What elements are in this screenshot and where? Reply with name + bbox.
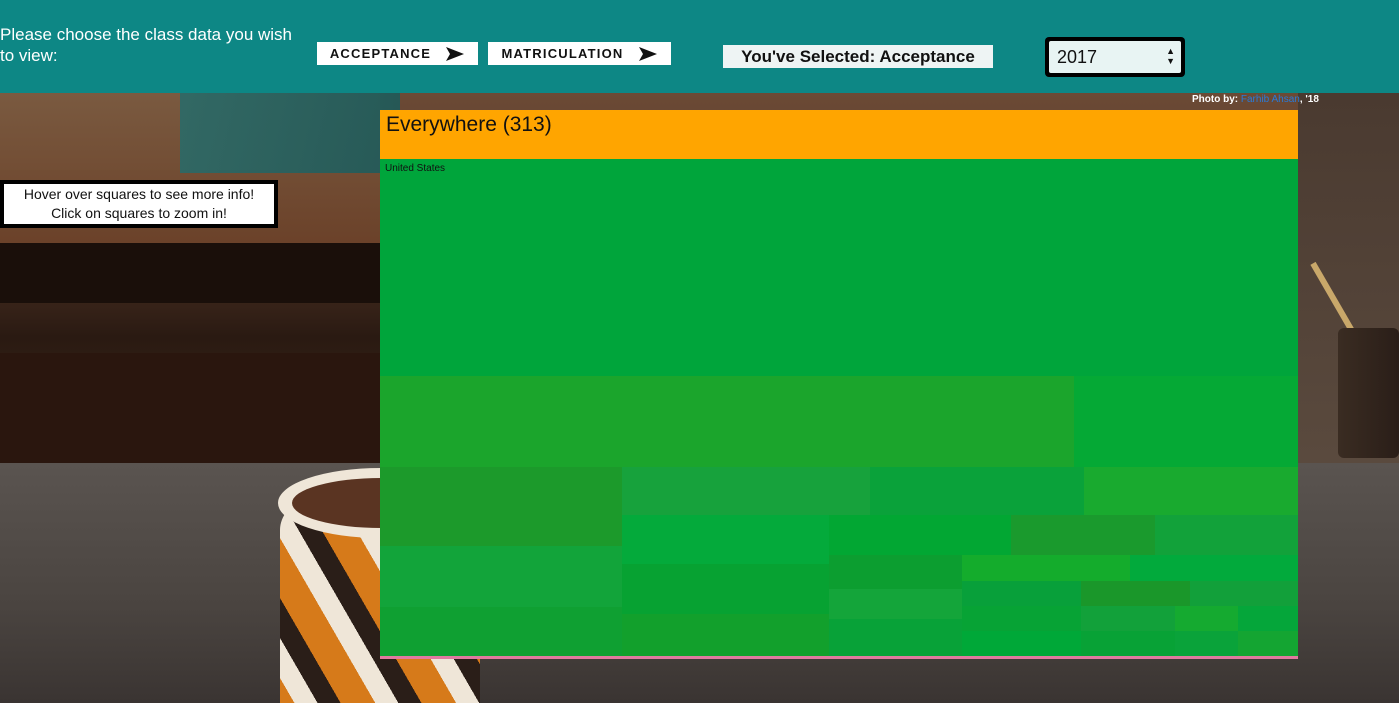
instructions-box: Hover over squares to see more info! Cli… bbox=[0, 180, 278, 228]
treemap-cell[interactable] bbox=[622, 467, 870, 515]
choose-data-prompt: Please choose the class data you wish to… bbox=[0, 25, 293, 65]
treemap-cell[interactable] bbox=[1081, 631, 1175, 656]
treemap-cell[interactable] bbox=[962, 581, 1081, 606]
arrow-right-icon bbox=[446, 46, 465, 61]
treemap-cell-united-states[interactable]: United States bbox=[380, 159, 1298, 376]
treemap-cell[interactable] bbox=[1175, 631, 1238, 656]
photo-credit: Photo by: Farhib Ahsan, '18 bbox=[1192, 94, 1319, 105]
header-bar: Please choose the class data you wish to… bbox=[0, 0, 1399, 93]
acceptance-button[interactable]: ACCEPTANCE bbox=[317, 42, 478, 65]
zoom-hint: Click on squares to zoom in! bbox=[51, 205, 227, 221]
treemap-cell[interactable] bbox=[380, 467, 622, 546]
arrow-right-icon bbox=[638, 46, 657, 61]
treemap-cell[interactable] bbox=[962, 631, 1081, 656]
select-arrows-icon: ▲ ▼ bbox=[1166, 46, 1175, 66]
matriculation-button[interactable]: MATRICULATION bbox=[488, 42, 671, 65]
treemap-cell[interactable] bbox=[1074, 376, 1298, 467]
treemap-cell[interactable] bbox=[829, 589, 962, 619]
treemap-cell[interactable] bbox=[962, 606, 1081, 631]
photo-credit-prefix: Photo by: bbox=[1192, 94, 1241, 105]
photo-credit-suffix: , '18 bbox=[1299, 94, 1319, 105]
treemap-cell[interactable] bbox=[1175, 606, 1238, 631]
treemap-cell[interactable] bbox=[622, 614, 829, 656]
treemap-cell[interactable] bbox=[380, 607, 622, 656]
treemap-cell[interactable] bbox=[1011, 515, 1155, 555]
acceptance-button-label: ACCEPTANCE bbox=[329, 46, 432, 61]
photographer-link[interactable]: Farhib Ahsan bbox=[1241, 94, 1300, 105]
matriculation-button-label: MATRICULATION bbox=[501, 46, 624, 61]
treemap-title[interactable]: Everywhere (313) bbox=[380, 110, 1298, 159]
treemap-cell[interactable] bbox=[1081, 581, 1190, 606]
treemap-cell[interactable] bbox=[1084, 467, 1298, 515]
treemap[interactable]: Everywhere (313) United States bbox=[380, 110, 1298, 659]
treemap-cell[interactable] bbox=[829, 619, 962, 656]
treemap-bottom-border bbox=[380, 656, 1298, 659]
treemap-cell[interactable] bbox=[1238, 606, 1298, 631]
treemap-cell[interactable] bbox=[829, 555, 962, 589]
hover-hint: Hover over squares to see more info! bbox=[23, 186, 255, 202]
treemap-cell[interactable] bbox=[622, 515, 829, 564]
treemap-cell[interactable] bbox=[380, 376, 1074, 467]
treemap-cell[interactable] bbox=[962, 555, 1130, 581]
treemap-cell[interactable] bbox=[1130, 555, 1298, 581]
treemap-cell[interactable] bbox=[380, 546, 622, 607]
treemap-cell[interactable] bbox=[1081, 606, 1175, 631]
treemap-cell[interactable] bbox=[1155, 515, 1298, 555]
treemap-cell-label: United States bbox=[385, 163, 446, 174]
selected-category-label: You've Selected: Acceptance bbox=[723, 45, 993, 68]
treemap-cell[interactable] bbox=[829, 515, 1011, 555]
year-select-value: 2017 bbox=[1057, 46, 1098, 67]
treemap-cell[interactable] bbox=[870, 467, 1084, 515]
year-select[interactable]: 2017 ▲ ▼ bbox=[1045, 37, 1185, 77]
treemap-cell[interactable] bbox=[1238, 631, 1298, 656]
treemap-cell[interactable] bbox=[622, 564, 829, 614]
treemap-cell[interactable] bbox=[1190, 581, 1298, 606]
